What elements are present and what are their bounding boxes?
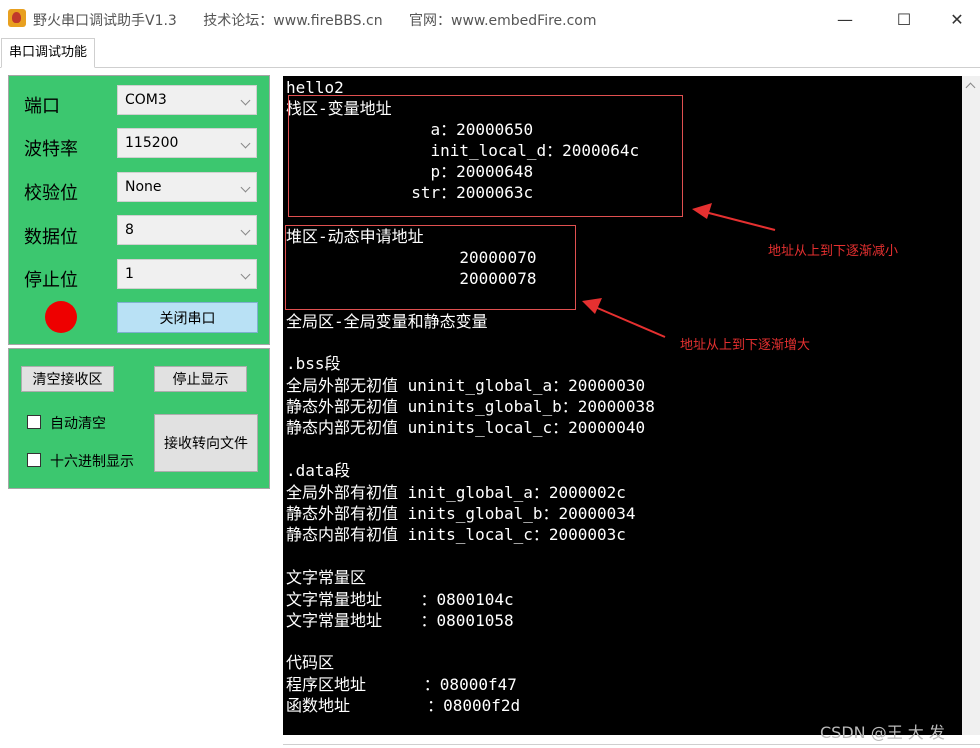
app-logo-icon (8, 9, 26, 27)
tab-bar: 串口调试功能 (0, 38, 980, 68)
terminal-line: 文字常量区 (286, 568, 367, 587)
parity-select[interactable]: None (117, 172, 257, 202)
parity-label: 校验位 (24, 183, 78, 204)
stop-display-button[interactable]: 停止显示 (154, 366, 247, 392)
terminal-line: 代码区 (286, 653, 335, 672)
port-label: 端口 (24, 96, 60, 117)
auto-clear-checkbox[interactable] (27, 415, 41, 429)
close-port-button[interactable]: 关闭串口 (117, 302, 258, 333)
clear-receive-button[interactable]: 清空接收区 (21, 366, 114, 392)
terminal-line: 全局外部有初值 init_global_a：2000002c (286, 483, 626, 502)
databits-label: 数据位 (24, 227, 78, 248)
website-link: 官网：www.embedFire.com (409, 13, 597, 29)
bottom-divider (283, 744, 980, 745)
port-value: COM3 (125, 92, 167, 108)
terminal-scrollbar[interactable] (962, 76, 980, 735)
forum-link: 技术论坛：www.fireBBS.cn (203, 13, 383, 29)
terminal-line: 全局外部无初值 uninit_global_a：20000030 (286, 376, 646, 395)
chevron-up-icon[interactable] (965, 82, 976, 93)
close-button[interactable]: ✕ (934, 6, 980, 32)
auto-clear-label: 自动清空 (50, 416, 106, 432)
chevron-down-icon (240, 225, 251, 236)
baud-select[interactable]: 115200 (117, 128, 257, 158)
tab-serial-debug[interactable]: 串口调试功能 (1, 38, 96, 68)
maximize-button[interactable]: ☐ (881, 6, 927, 32)
app-title: 野火串口调试助手V1.3 (33, 13, 177, 29)
terminal-line: 静态外部无初值 uninits_global_b：20000038 (286, 397, 655, 416)
stack-annotation: 地址从上到下逐渐减小 (768, 244, 899, 259)
receive-to-file-button[interactable]: 接收转向文件 (154, 414, 258, 472)
terminal-line: 程序区地址 ：08000f47 (286, 675, 517, 694)
heap-annotation: 地址从上到下逐渐增大 (680, 338, 811, 353)
stopbits-select[interactable]: 1 (117, 259, 257, 289)
title-bar: 野火串口调试助手V1.3 技术论坛：www.fireBBS.cn 官网：www.… (0, 0, 980, 38)
hex-display-checkbox[interactable] (27, 453, 41, 467)
window-title: 野火串口调试助手V1.3 技术论坛：www.fireBBS.cn 官网：www.… (33, 10, 619, 30)
chevron-down-icon (240, 138, 251, 149)
terminal-line: .data段 (286, 461, 351, 480)
watermark: CSDN @王 大 发 (820, 723, 945, 742)
heap-highlight-box (285, 225, 576, 310)
minimize-button[interactable]: — (822, 6, 868, 32)
terminal-line: 静态内部有初值 inits_local_c：2000003c (286, 525, 626, 544)
terminal-line: 函数地址 ：08000f2d (286, 696, 521, 715)
chevron-down-icon (240, 95, 251, 106)
terminal-line: 文字常量地址 ：0800104c (286, 590, 514, 609)
terminal-line: 静态内部无初值 uninits_local_c：20000040 (286, 418, 646, 437)
stopbits-label: 停止位 (24, 270, 78, 291)
baud-value: 115200 (125, 135, 179, 151)
hex-display-label: 十六进制显示 (50, 454, 134, 470)
stack-highlight-box (288, 95, 683, 217)
parity-value: None (125, 179, 162, 195)
stopbits-value: 1 (125, 266, 134, 282)
baud-label: 波特率 (24, 139, 78, 160)
terminal-line: 全局区-全局变量和静态变量 (286, 312, 488, 331)
port-select[interactable]: COM3 (117, 85, 257, 115)
databits-select[interactable]: 8 (117, 215, 257, 245)
terminal-line: 静态外部有初值 inits_global_b：20000034 (286, 504, 636, 523)
terminal-line: .bss段 (286, 354, 341, 373)
terminal-line: 文字常量地址 ：08001058 (286, 611, 514, 630)
chevron-down-icon (240, 269, 251, 280)
chevron-down-icon (240, 182, 251, 193)
port-status-indicator (45, 301, 77, 333)
databits-value: 8 (125, 222, 134, 238)
